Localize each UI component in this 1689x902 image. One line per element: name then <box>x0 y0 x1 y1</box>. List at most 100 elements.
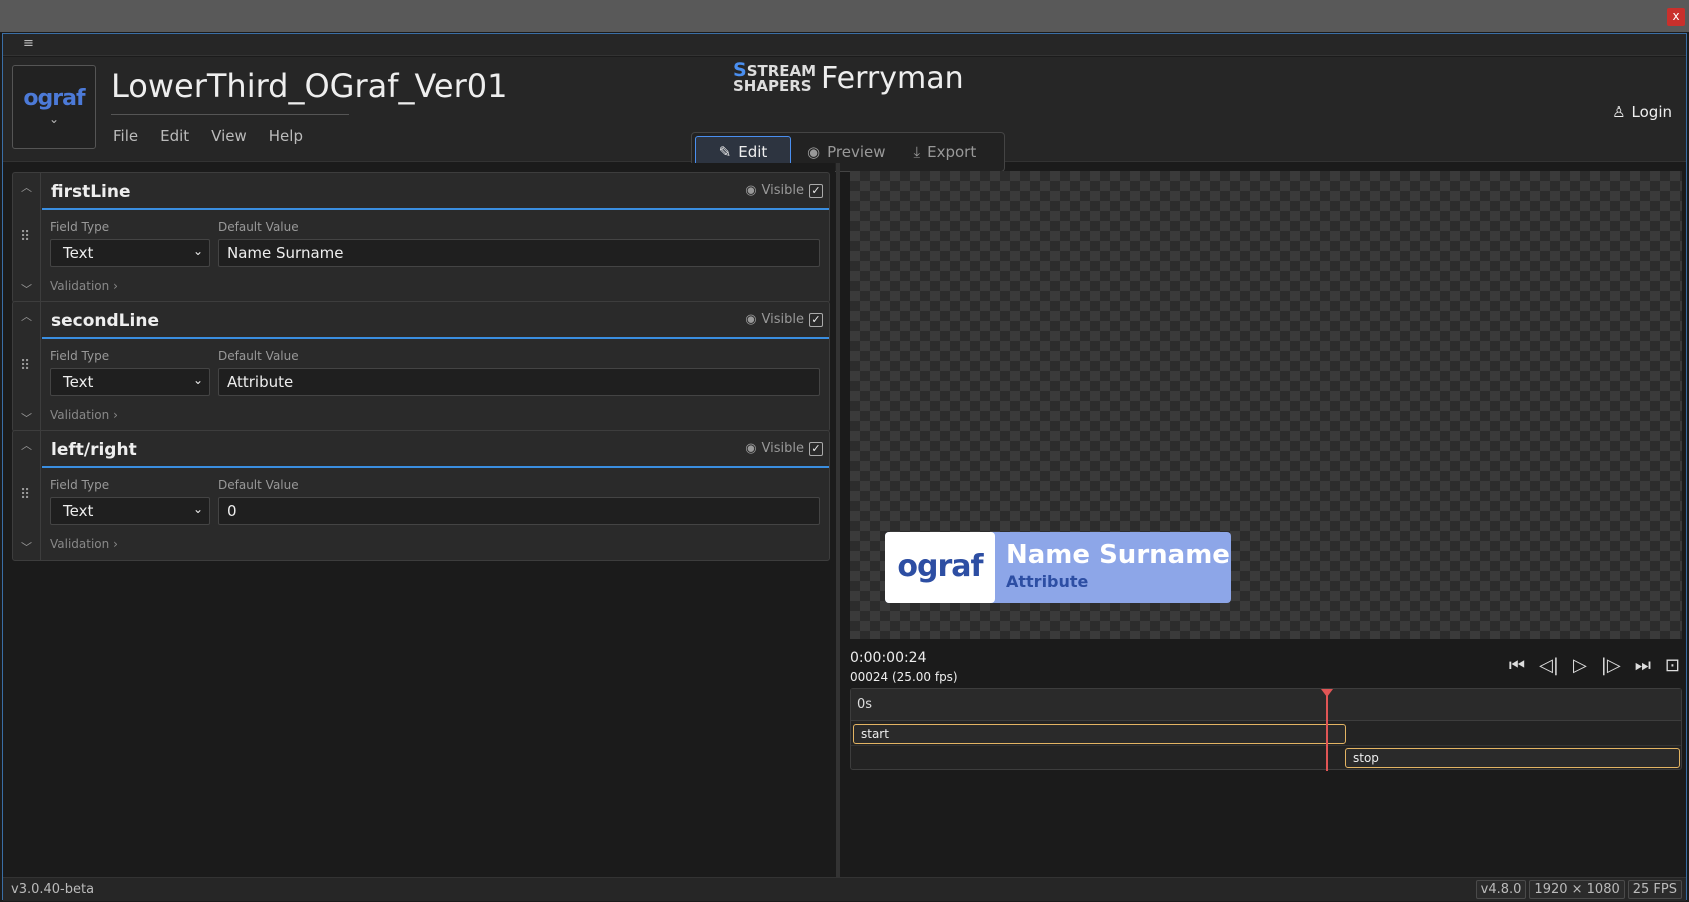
login-button[interactable]: ♙ Login <box>1612 103 1672 121</box>
skip-to-end-icon[interactable]: ⏭ <box>1635 655 1651 676</box>
status-chips: v4.8.0 1920 × 1080 25 FPS <box>1475 880 1682 899</box>
app-version: v3.0.40-beta <box>11 882 95 897</box>
timeline-clip-start[interactable]: start <box>853 724 1346 744</box>
default-value-label: Default Value <box>218 349 299 363</box>
move-up-icon[interactable]: ︿ <box>21 308 32 324</box>
preview-canvas[interactable]: ograf Name Surname Attribute <box>850 171 1682 639</box>
field-card: ︿ ⠿ ﹀ firstLine ◉ Visible ✓ Field Type D… <box>12 172 830 303</box>
eye-icon: ◉ <box>745 441 757 456</box>
status-version-chip: v4.8.0 <box>1475 880 1527 899</box>
status-fps-chip: 25 FPS <box>1627 880 1682 899</box>
lower-third-graphic: ograf Name Surname Attribute <box>885 532 1231 603</box>
playhead[interactable] <box>1326 689 1328 771</box>
menu-view[interactable]: View <box>211 127 247 145</box>
field-card: ︿ ⠿ ﹀ secondLine ◉ Visible ✓ Field Type … <box>12 301 830 432</box>
default-value-input[interactable]: Attribute <box>218 368 820 396</box>
move-up-icon[interactable]: ︿ <box>21 437 32 453</box>
lower-third-logo: ograf <box>885 532 995 603</box>
visible-checkbox[interactable]: ✓ <box>809 312 823 327</box>
timeline-clip-stop[interactable]: stop <box>1345 748 1680 768</box>
move-down-icon[interactable]: ﹀ <box>21 410 32 426</box>
main-menu: File Edit View Help <box>113 127 303 145</box>
default-value-label: Default Value <box>218 478 299 492</box>
field-type-select[interactable]: Text ⌄ <box>50 239 210 267</box>
field-name[interactable]: left/right <box>51 440 137 460</box>
eye-icon: ◉ <box>745 312 757 327</box>
drag-handle-icon[interactable]: ⠿ <box>20 358 30 374</box>
default-value-input[interactable]: 0 <box>218 497 820 525</box>
field-type-label: Field Type <box>50 220 110 234</box>
ograf-logo: ograf <box>23 86 85 111</box>
drag-handle-icon[interactable]: ⠿ <box>20 487 30 503</box>
camera-icon[interactable]: ⊡ <box>1665 655 1680 676</box>
card-controls: ︿ ⠿ ﹀ <box>13 431 41 560</box>
brand-name: Ferryman <box>821 61 964 96</box>
frame-counter: 00024 (25.00 fps) <box>850 670 958 684</box>
step-forward-icon[interactable]: |▷ <box>1601 655 1621 676</box>
card-controls: ︿ ⠿ ﹀ <box>13 302 41 431</box>
timeline-row-divider <box>851 745 1681 746</box>
field-type-label: Field Type <box>50 349 110 363</box>
app-header: ograf ⌄ LowerThird_OGraf_Ver01 File Edit… <box>3 57 1686 172</box>
default-value-label: Default Value <box>218 220 299 234</box>
title-underline <box>111 114 349 115</box>
eye-icon: ◉ <box>807 143 821 161</box>
field-header: secondLine ◉ Visible ✓ <box>42 302 829 339</box>
field-type-select[interactable]: Text ⌄ <box>50 368 210 396</box>
chevron-down-icon: ⌄ <box>48 112 60 126</box>
hamburger-menu-icon[interactable]: ≡ <box>23 36 34 51</box>
play-icon[interactable]: ▷ <box>1573 655 1587 676</box>
timecode: 0:00:00:24 <box>850 650 927 666</box>
validation-toggle[interactable]: Validation › <box>50 408 118 422</box>
card-controls: ︿ ⠿ ﹀ <box>13 173 41 302</box>
streamshapers-logo: SSTREAM SHAPERS <box>733 59 817 95</box>
menu-help[interactable]: Help <box>269 127 303 145</box>
move-up-icon[interactable]: ︿ <box>21 179 32 195</box>
visible-toggle: ◉ Visible ✓ <box>745 312 823 327</box>
close-window-button[interactable]: x <box>1667 8 1685 26</box>
chevron-down-icon: ⌄ <box>192 244 203 258</box>
eye-icon: ◉ <box>745 183 757 198</box>
edit-icon: ✎ <box>718 143 732 161</box>
field-header: left/right ◉ Visible ✓ <box>42 431 829 468</box>
status-bar: v3.0.40-beta v4.8.0 1920 × 1080 25 FPS <box>3 877 1686 901</box>
default-value-input[interactable]: Name Surname <box>218 239 820 267</box>
validation-toggle[interactable]: Validation › <box>50 537 118 551</box>
lower-third-attribute: Attribute <box>1006 572 1089 591</box>
move-down-icon[interactable]: ﹀ <box>21 281 32 297</box>
menu-file[interactable]: File <box>113 127 138 145</box>
chevron-down-icon: ⌄ <box>192 373 203 387</box>
field-name[interactable]: secondLine <box>51 311 159 331</box>
visible-checkbox[interactable]: ✓ <box>809 441 823 456</box>
ruler-zero-label: 0s <box>857 697 873 712</box>
transport-controls: ⏮ ◁| ▷ |▷ ⏭ ⊡ <box>1509 655 1680 676</box>
download-icon: ⤓ <box>913 143 921 161</box>
field-name[interactable]: firstLine <box>51 182 131 202</box>
timeline[interactable]: 0s start stop <box>850 688 1682 771</box>
field-type-label: Field Type <box>50 478 110 492</box>
status-resolution-chip: 1920 × 1080 <box>1529 880 1625 899</box>
field-header: firstLine ◉ Visible ✓ <box>42 173 829 210</box>
preview-panel: ograf Name Surname Attribute 0:00:00:24 … <box>840 163 1688 877</box>
visible-checkbox[interactable]: ✓ <box>809 183 823 198</box>
visible-toggle: ◉ Visible ✓ <box>745 441 823 456</box>
top-strip: ≡ <box>3 34 1686 56</box>
lower-third-name: Name Surname <box>1006 540 1230 570</box>
field-card: ︿ ⠿ ﹀ left/right ◉ Visible ✓ Field Type … <box>12 430 830 561</box>
user-icon: ♙ <box>1612 103 1626 121</box>
ograf-logo-button[interactable]: ograf ⌄ <box>12 65 96 149</box>
visible-toggle: ◉ Visible ✓ <box>745 183 823 198</box>
move-down-icon[interactable]: ﹀ <box>21 539 32 555</box>
step-back-icon[interactable]: ◁| <box>1539 655 1559 676</box>
playhead-handle[interactable] <box>1321 689 1333 697</box>
chevron-down-icon: ⌄ <box>192 502 203 516</box>
field-type-select[interactable]: Text ⌄ <box>50 497 210 525</box>
skip-to-start-icon[interactable]: ⏮ <box>1509 655 1525 676</box>
validation-toggle[interactable]: Validation › <box>50 279 118 293</box>
fields-panel: ︿ ⠿ ﹀ firstLine ◉ Visible ✓ Field Type D… <box>3 163 835 877</box>
brand: SSTREAM SHAPERS Ferryman <box>733 59 964 97</box>
timeline-ruler[interactable]: 0s <box>851 689 1681 721</box>
menu-edit[interactable]: Edit <box>160 127 189 145</box>
drag-handle-icon[interactable]: ⠿ <box>20 229 30 245</box>
project-title[interactable]: LowerThird_OGraf_Ver01 <box>111 67 507 105</box>
